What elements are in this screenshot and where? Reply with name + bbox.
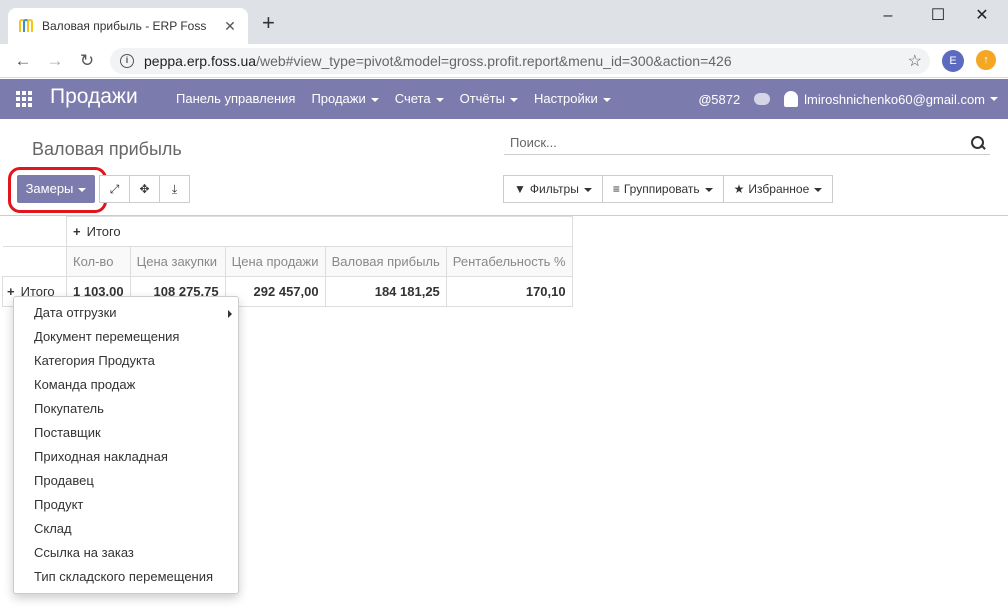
dropdown-item[interactable]: Покупатель <box>14 397 238 421</box>
menu-label: Панель управления <box>176 91 296 106</box>
close-window-icon[interactable]: ✕ <box>962 4 1002 28</box>
measures-label: Замеры <box>25 181 74 196</box>
info-icon[interactable]: i <box>120 54 134 68</box>
corner-cell <box>2 246 67 277</box>
col-total-label: Итого <box>86 224 121 239</box>
menu-label: Настройки <box>533 91 598 106</box>
pivot-cell[interactable]: 170,10 <box>445 276 573 307</box>
notification-count[interactable]: 5872 <box>711 92 740 107</box>
dropdown-item[interactable]: Склад <box>14 517 238 541</box>
flip-axis-icon[interactable]: ⤢ <box>99 175 130 203</box>
star-icon: ★ <box>733 182 745 196</box>
pivot-cell[interactable]: 184 181,25 <box>324 276 447 307</box>
caret-down-icon <box>509 97 518 102</box>
control-panel: Валовая прибыль Замеры ⤢ ✥ ⤓ ▼Фильтры ≡Г… <box>0 119 1008 216</box>
minimize-icon[interactable]: – <box>868 4 908 28</box>
tab-title: Валовая прибыль - ERP Foss <box>42 19 207 33</box>
caret-down-icon <box>583 187 592 192</box>
measure-header[interactable]: Валовая прибыль <box>324 246 447 277</box>
user-avatar-icon[interactable] <box>784 91 799 107</box>
download-icon[interactable]: ⤓ <box>159 175 190 203</box>
caret-down-icon <box>814 187 823 192</box>
caret-down-icon <box>370 97 379 102</box>
app-brand[interactable]: Продажи <box>50 85 138 109</box>
caret-down-icon <box>435 97 444 102</box>
user-email[interactable]: lmiroshnichenko60@gmail.com <box>804 92 985 107</box>
measure-header[interactable]: Цена продажи <box>224 246 326 277</box>
col-header-total[interactable]: + Итого <box>66 216 573 247</box>
groupby-dropdown: Дата отгрузки Документ перемещения Катег… <box>13 296 239 594</box>
page-title: Валовая прибыль <box>32 139 182 159</box>
profile-avatar[interactable]: E <box>942 50 964 72</box>
bookmark-star-icon[interactable]: ☆ <box>908 51 922 71</box>
menu-reports[interactable]: Отчёты <box>460 91 518 106</box>
favorites-label: Избранное <box>748 182 810 196</box>
caret-down-icon <box>704 187 713 192</box>
search-options: ▼ Фильтры ≡ Группировать ★ Избранное <box>503 175 834 203</box>
maximize-icon[interactable]: ☐ <box>918 4 958 28</box>
search-icon[interactable] <box>970 135 986 151</box>
measures-button[interactable]: Замеры <box>17 175 95 203</box>
extension-icon[interactable]: ↑ <box>976 50 996 70</box>
groupby-button[interactable]: ≡ Группировать <box>601 175 724 203</box>
browser-tab[interactable]: Валовая прибыль - ERP Foss ✕ <box>8 8 248 44</box>
menu-settings[interactable]: Настройки <box>534 91 611 106</box>
back-icon[interactable]: ← <box>12 50 34 72</box>
dropdown-item[interactable]: Приходная накладная <box>14 445 238 469</box>
browser-toolbar: ← → ↻ i peppa.erp.foss.ua/web#view_type=… <box>0 44 1008 78</box>
measure-header[interactable]: Кол-во <box>66 246 131 277</box>
expand-all-icon[interactable]: ✥ <box>129 175 160 203</box>
caret-down-icon <box>78 187 87 192</box>
pivot-tools: ⤢ ✥ ⤓ <box>99 175 190 203</box>
list-icon: ≡ <box>612 182 620 196</box>
forward-icon[interactable]: → <box>44 50 66 72</box>
dropdown-item[interactable]: Тип складского перемещения <box>14 565 238 589</box>
measure-header[interactable]: Рентабельность % <box>445 246 573 277</box>
submenu-arrow-icon <box>228 310 232 318</box>
url-path: /web#view_type=pivot&model=gross.profit.… <box>256 53 732 69</box>
apps-grid-icon[interactable] <box>16 91 34 107</box>
dropdown-item[interactable]: Ссылка на заказ <box>14 541 238 565</box>
menu-label: Продажи <box>311 91 366 106</box>
address-bar[interactable]: i peppa.erp.foss.ua/web#view_type=pivot&… <box>110 48 930 74</box>
main-navbar: Продажи Панель управления Продажи Счета … <box>0 79 1008 119</box>
search-box <box>504 131 990 155</box>
url-host: peppa.erp.foss.ua <box>144 53 257 69</box>
dropdown-item[interactable]: Дата отгрузки <box>14 301 238 325</box>
new-tab-icon[interactable]: + <box>262 12 275 34</box>
dropdown-item[interactable]: Категория Продукта <box>14 349 238 373</box>
filters-label: Фильтры <box>529 182 579 196</box>
menu-sales[interactable]: Продажи <box>311 91 379 106</box>
dropdown-item-label: Дата отгрузки <box>34 305 117 320</box>
browser-titlebar: Валовая прибыль - ERP Foss ✕ + – ☐ ✕ <box>0 0 1008 44</box>
dropdown-item[interactable]: Продавец <box>14 469 238 493</box>
reload-icon[interactable]: ↻ <box>76 50 98 72</box>
search-input[interactable] <box>510 135 970 150</box>
navbar-right: @ 5872 lmiroshnichenko60@gmail.com <box>699 91 998 107</box>
menu-invoices[interactable]: Счета <box>395 91 444 106</box>
favorites-button[interactable]: ★ Избранное <box>722 175 834 203</box>
expand-plus-icon: + <box>73 224 81 239</box>
nav-menu: Панель управления Продажи Счета Отчёты Н… <box>176 91 627 106</box>
menu-label: Счета <box>394 91 431 106</box>
pivot-table: + Итого Кол-во Цена закупки Цена продажи … <box>2 216 573 307</box>
dropdown-item[interactable]: Команда продаж <box>14 373 238 397</box>
dropdown-item[interactable]: Продукт <box>14 493 238 517</box>
filter-icon: ▼ <box>514 182 526 196</box>
corner-cell <box>2 216 67 247</box>
odoo-favicon-icon <box>19 18 33 32</box>
filters-button[interactable]: ▼ Фильтры <box>503 175 603 203</box>
tab-close-icon[interactable]: ✕ <box>222 18 238 35</box>
menu-label: Отчёты <box>459 91 505 106</box>
measure-header[interactable]: Цена закупки <box>129 246 226 277</box>
mention-icon[interactable]: @ <box>699 92 712 107</box>
chat-icon[interactable] <box>754 93 771 105</box>
groupby-label: Группировать <box>623 182 700 196</box>
menu-dashboard[interactable]: Панель управления <box>176 91 295 106</box>
dropdown-item[interactable]: Документ перемещения <box>14 325 238 349</box>
caret-down-icon[interactable] <box>990 97 998 101</box>
caret-down-icon <box>602 97 611 102</box>
pivot-cell[interactable]: 292 457,00 <box>224 276 326 307</box>
dropdown-item[interactable]: Поставщик <box>14 421 238 445</box>
